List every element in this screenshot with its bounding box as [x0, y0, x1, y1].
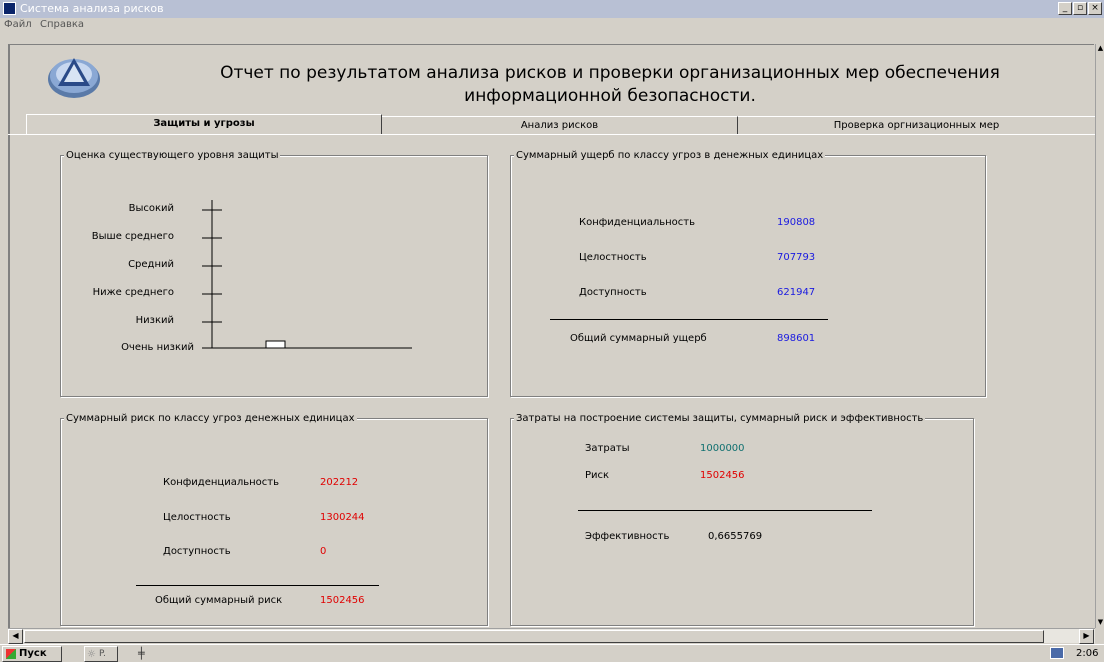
- costs-risk-value: 1502456: [700, 470, 745, 481]
- costs-risk-label: Риск: [585, 470, 610, 481]
- window-titlebar: Система анализа рисков _ ▫ ×: [0, 0, 1104, 18]
- tab-org-measures[interactable]: Проверка оргнизационных мер: [738, 116, 1096, 135]
- scroll-left-icon[interactable]: ◀: [8, 629, 23, 644]
- scroll-right-icon[interactable]: ▶: [1079, 629, 1094, 644]
- damage-availability-value: 621947: [777, 287, 816, 298]
- tab-panel-border: [8, 134, 1104, 135]
- task-app-label: P.: [99, 649, 106, 659]
- window-title: Система анализа рисков: [20, 2, 164, 15]
- risk-divider: [136, 585, 379, 586]
- horizontal-scrollbar[interactable]: ◀ ▶: [8, 628, 1095, 644]
- damage-confidentiality-value: 190808: [777, 217, 816, 228]
- task-app-icon: ☼: [87, 649, 96, 660]
- risk-integrity-value: 1300244: [320, 512, 365, 523]
- damage-title: Суммарный ущерб по классу угроз в денежн…: [514, 150, 826, 161]
- app-icon: [3, 2, 16, 15]
- tab-protections-threats[interactable]: Защиты и угрозы: [26, 114, 382, 135]
- damage-confidentiality-label: Конфиденциальность: [579, 217, 696, 228]
- start-button[interactable]: Пуск: [2, 646, 62, 662]
- efficiency-label: Эффективность: [585, 531, 670, 542]
- risk-confidentiality-label: Конфиденциальность: [163, 477, 280, 488]
- tab-risk-analysis[interactable]: Анализ рисков: [382, 116, 738, 135]
- menu-file[interactable]: Файл: [4, 19, 32, 30]
- taskbar-clock: 2:06: [1076, 648, 1099, 659]
- level-below-average: Ниже среднего: [92, 287, 174, 298]
- efficiency-value: 0,6655769: [708, 531, 763, 542]
- risk-availability-value: 0: [320, 546, 327, 557]
- costs-value: 1000000: [700, 443, 745, 454]
- damage-integrity-value: 707793: [777, 252, 816, 263]
- level-low: Низкий: [135, 315, 174, 326]
- risk-availability-label: Доступность: [163, 546, 231, 557]
- risk-total-value: 1502456: [320, 595, 365, 606]
- taskbar-grip-icon: ╪: [138, 647, 145, 660]
- risk-integrity-label: Целостность: [163, 512, 231, 523]
- taskbar: Пуск ☼ P. ╪ 2:06: [0, 644, 1104, 662]
- vertical-scrollbar[interactable]: ▲ ▼: [1095, 44, 1104, 628]
- level-very-low: Очень низкий: [121, 342, 194, 353]
- horizontal-scroll-thumb[interactable]: [24, 630, 1044, 643]
- windows-logo-icon: [6, 649, 16, 659]
- protection-level-marker: [265, 340, 286, 349]
- level-average: Средний: [128, 259, 174, 270]
- report-title-line1: Отчет по результатом анализа рисков и пр…: [220, 63, 1000, 83]
- risk-confidentiality-value: 202212: [320, 477, 359, 488]
- menu-bar: Файл Справка: [0, 18, 1104, 32]
- level-high: Высокий: [128, 203, 174, 214]
- protection-level-title: Оценка существующего уровня защиты: [64, 150, 281, 161]
- damage-total-value: 898601: [777, 333, 816, 344]
- scroll-down-icon[interactable]: ▼: [1097, 618, 1104, 628]
- report-title-line2: информационной безопасности.: [464, 86, 756, 106]
- level-above-average: Выше среднего: [91, 231, 174, 242]
- tray-network-icon[interactable]: [1050, 647, 1064, 659]
- minimize-button[interactable]: _: [1058, 2, 1072, 15]
- menu-help[interactable]: Справка: [40, 19, 84, 30]
- maximize-button[interactable]: ▫: [1073, 2, 1087, 15]
- report-title: Отчет по результатом анализа рисков и пр…: [140, 62, 1080, 108]
- scroll-up-icon[interactable]: ▲: [1097, 44, 1104, 54]
- costs-divider: [578, 510, 872, 511]
- damage-total-label: Общий суммарный ущерб: [570, 333, 707, 344]
- taskbar-app-button[interactable]: ☼ P.: [84, 646, 118, 662]
- costs-title: Затраты на построение системы защиты, су…: [514, 413, 926, 424]
- damage-availability-label: Доступность: [579, 287, 647, 298]
- risk-total-label: Общий суммарный риск: [155, 595, 283, 606]
- start-label: Пуск: [19, 648, 47, 659]
- risk-title: Суммарный риск по классу угроз денежных …: [64, 413, 357, 424]
- close-button[interactable]: ×: [1088, 2, 1102, 15]
- costs-label: Затраты: [585, 443, 630, 454]
- app-logo-icon: [48, 58, 100, 98]
- damage-divider: [550, 319, 828, 320]
- damage-integrity-label: Целостность: [579, 252, 647, 263]
- protection-level-chart: [202, 200, 412, 349]
- damage-group: [510, 155, 986, 397]
